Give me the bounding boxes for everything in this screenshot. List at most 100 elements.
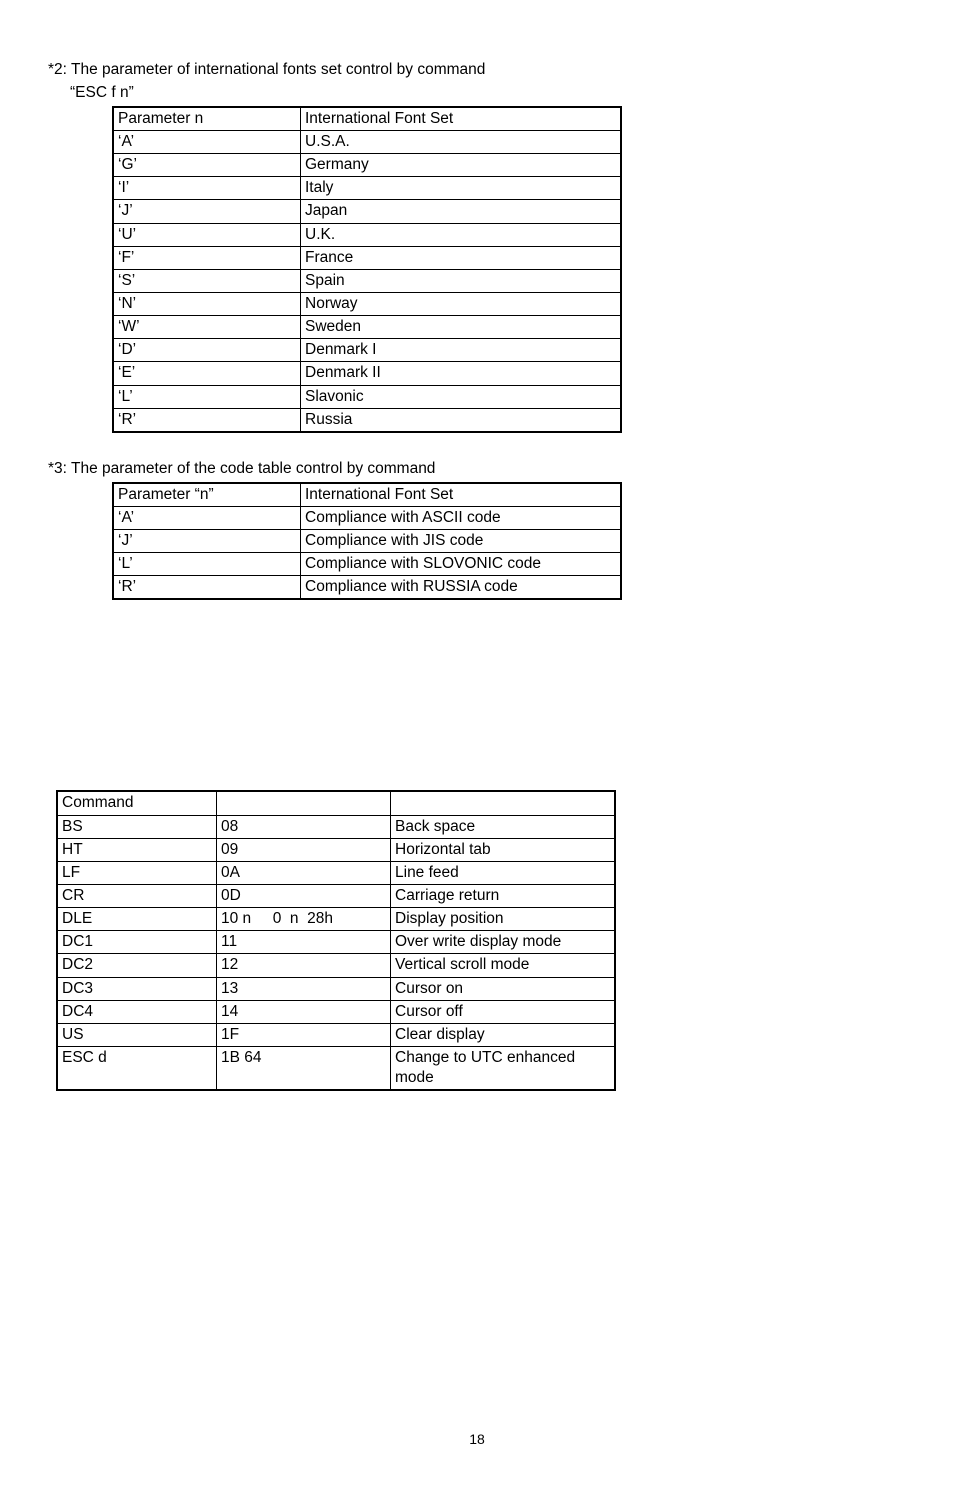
table-international-font-set: Parameter n International Font Set ‘A’U.… [112,106,622,433]
cell: ESC d [57,1046,217,1090]
cell: Denmark II [301,362,622,385]
cell: ‘F’ [113,246,301,269]
section1-heading: *2: The parameter of international fonts… [48,60,906,81]
cell: U.K. [301,223,622,246]
table-row: ‘L’Compliance with SLOVONIC code [113,553,621,576]
cell: 0D [217,885,391,908]
cell: Compliance with SLOVONIC code [301,553,622,576]
cell: Compliance with ASCII code [301,506,622,529]
cell: Cursor on [391,977,616,1000]
cell: 12 [217,954,391,977]
table-row: ‘J’Compliance with JIS code [113,530,621,553]
cell: Carriage return [391,885,616,908]
cell: Germany [301,154,622,177]
table-row: Command [57,791,615,815]
table-row: ‘W’Sweden [113,316,621,339]
table-row: ‘L’Slavonic [113,385,621,408]
table-row: Parameter “n” International Font Set [113,483,621,507]
cell: ‘L’ [113,553,301,576]
cell: Compliance with JIS code [301,530,622,553]
cell: Horizontal tab [391,838,616,861]
table-row: ‘U’U.K. [113,223,621,246]
cell: Command [57,791,217,815]
cell: BS [57,815,217,838]
table-row: DC111Over write display mode [57,931,615,954]
table-row: DLE10 n 0 n 28hDisplay position [57,908,615,931]
cell: Parameter n [113,107,301,131]
cell: Denmark I [301,339,622,362]
cell: ‘G’ [113,154,301,177]
cell: ‘W’ [113,316,301,339]
table-row: ‘E’Denmark II [113,362,621,385]
section2-heading: *3: The parameter of the code table cont… [48,459,906,480]
cell: 14 [217,1000,391,1023]
table-row: ‘R’Compliance with RUSSIA code [113,576,621,600]
cell: LF [57,861,217,884]
cell: ‘N’ [113,292,301,315]
section1-subheading: “ESC f n” [70,83,906,104]
table-row: LF0ALine feed [57,861,615,884]
cell: 08 [217,815,391,838]
cell: Back space [391,815,616,838]
cell: DLE [57,908,217,931]
cell: Clear display [391,1023,616,1046]
cell: Spain [301,269,622,292]
cell: ‘J’ [113,530,301,553]
cell: Change to UTC enhanced mode [391,1046,616,1090]
cell: International Font Set [301,483,622,507]
cell: ‘R’ [113,576,301,600]
cell: ‘D’ [113,339,301,362]
page-number: 18 [48,1431,906,1447]
cell: Compliance with RUSSIA code [301,576,622,600]
table-row: ‘I’Italy [113,177,621,200]
cell: 1F [217,1023,391,1046]
cell: Japan [301,200,622,223]
table-row: ‘S’Spain [113,269,621,292]
cell: ‘E’ [113,362,301,385]
cell: France [301,246,622,269]
cell: 10 n 0 n 28h [217,908,391,931]
cell: Sweden [301,316,622,339]
table-row: ‘G’Germany [113,154,621,177]
cell: Line feed [391,861,616,884]
cell: Parameter “n” [113,483,301,507]
cell: ‘R’ [113,408,301,432]
cell: U.S.A. [301,130,622,153]
cell: ‘J’ [113,200,301,223]
cell: HT [57,838,217,861]
cell: Norway [301,292,622,315]
cell: 13 [217,977,391,1000]
cell: Russia [301,408,622,432]
cell: DC3 [57,977,217,1000]
cell: Slavonic [301,385,622,408]
table-row: HT09Horizontal tab [57,838,615,861]
cell [217,791,391,815]
cell: ‘A’ [113,130,301,153]
cell: US [57,1023,217,1046]
cell: Italy [301,177,622,200]
table-commands: Command BS08Back space HT09Horizontal ta… [56,790,616,1091]
cell: CR [57,885,217,908]
cell: ‘L’ [113,385,301,408]
cell: Over write display mode [391,931,616,954]
table-row: ESC d1B 64Change to UTC enhanced mode [57,1046,615,1090]
table-row: ‘N’Norway [113,292,621,315]
table-row: DC212Vertical scroll mode [57,954,615,977]
cell: 1B 64 [217,1046,391,1090]
cell: ‘A’ [113,506,301,529]
cell: DC2 [57,954,217,977]
table-row: ‘J’Japan [113,200,621,223]
table-row: ‘A’U.S.A. [113,130,621,153]
cell: 0A [217,861,391,884]
table-row: ‘A’Compliance with ASCII code [113,506,621,529]
cell [391,791,616,815]
table-row: US1FClear display [57,1023,615,1046]
cell: 11 [217,931,391,954]
cell: DC4 [57,1000,217,1023]
table-row: CR0DCarriage return [57,885,615,908]
cell: Vertical scroll mode [391,954,616,977]
cell: 09 [217,838,391,861]
table-row: ‘R’Russia [113,408,621,432]
cell: Cursor off [391,1000,616,1023]
cell: ‘S’ [113,269,301,292]
